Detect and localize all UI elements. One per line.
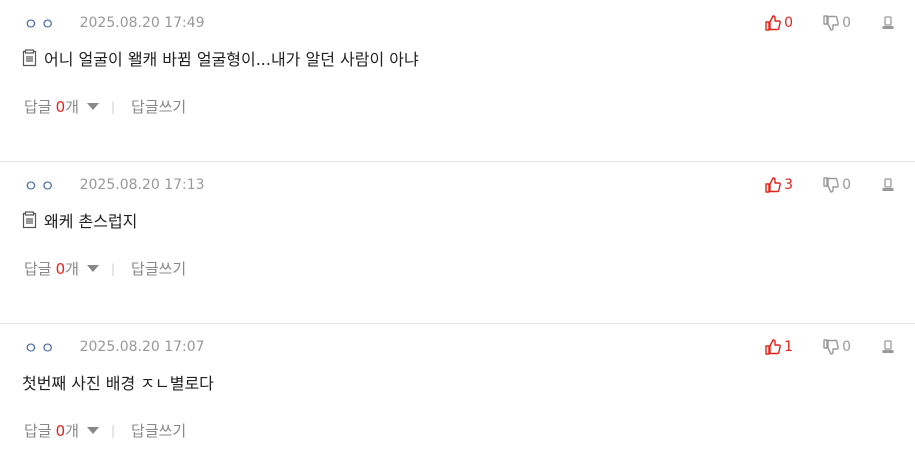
report-button[interactable] bbox=[881, 340, 895, 354]
report-button[interactable] bbox=[881, 16, 895, 30]
thumbs-up-icon bbox=[765, 339, 781, 355]
comment-actions: 답글 0개 | 답글쓰기 bbox=[24, 258, 186, 279]
upvote-button[interactable]: 0 bbox=[765, 15, 793, 31]
comment-actions: 답글 0개 | 답글쓰기 bbox=[24, 96, 186, 117]
upvote-count: 0 bbox=[784, 15, 794, 31]
comment-item: ㅇㅇ 2025.08.20 17:49 0 0 어니 얼굴이 왤캐 바뀜 얼굴형… bbox=[0, 0, 915, 162]
report-icon bbox=[882, 16, 894, 29]
report-icon bbox=[882, 178, 894, 191]
thumbs-up-icon bbox=[765, 177, 781, 193]
upvote-button[interactable]: 1 bbox=[765, 339, 793, 355]
comment-list: ㅇㅇ 2025.08.20 17:49 0 0 어니 얼굴이 왤캐 바뀜 얼굴형… bbox=[0, 0, 915, 458]
thumbs-down-icon bbox=[823, 177, 839, 193]
thumbs-down-icon bbox=[823, 339, 839, 355]
downvote-button[interactable]: 0 bbox=[823, 177, 851, 193]
downvote-count: 0 bbox=[842, 177, 851, 193]
write-reply-button[interactable]: 답글쓰기 bbox=[131, 420, 186, 441]
reply-count: 0 bbox=[55, 98, 66, 116]
comment-body: 왜케 촌스럽지 bbox=[22, 208, 137, 232]
thumbs-up-icon bbox=[765, 15, 781, 31]
reply-count: 0 bbox=[55, 422, 66, 440]
thumbs-down-icon bbox=[823, 15, 839, 31]
reply-toggle[interactable]: 답글 0개 bbox=[24, 258, 79, 279]
comment-text: 왜케 촌스럽지 bbox=[44, 212, 138, 231]
report-button[interactable] bbox=[881, 178, 895, 192]
comment-author[interactable]: ㅇㅇ bbox=[24, 337, 58, 358]
caret-down-icon[interactable] bbox=[86, 264, 99, 273]
downvote-button[interactable]: 0 bbox=[823, 339, 851, 355]
separator: | bbox=[110, 261, 116, 276]
reply-toggle[interactable]: 답글 0개 bbox=[24, 420, 79, 441]
upvote-button[interactable]: 3 bbox=[765, 177, 793, 193]
upvote-count: 3 bbox=[784, 177, 794, 193]
document-icon bbox=[22, 49, 38, 67]
reply-count-suffix: 개 bbox=[65, 260, 79, 278]
comment-text: 어니 얼굴이 왤캐 바뀜 얼굴형이...내가 알던 사람이 아냐 bbox=[44, 50, 419, 69]
comment-meta: ㅇㅇ 2025.08.20 17:49 bbox=[24, 13, 205, 34]
comment-date: 2025.08.20 17:13 bbox=[79, 177, 205, 193]
comment-body: 첫번째 사진 배경 ㅈㄴ별로다 bbox=[22, 370, 214, 394]
comment-author[interactable]: ㅇㅇ bbox=[24, 175, 58, 196]
caret-down-icon[interactable] bbox=[86, 426, 99, 435]
reply-label: 답글 bbox=[24, 260, 52, 278]
reply-count: 0 bbox=[55, 260, 66, 278]
vote-bar: 0 0 bbox=[765, 13, 895, 33]
comment-meta: ㅇㅇ 2025.08.20 17:07 bbox=[24, 337, 205, 358]
vote-bar: 3 0 bbox=[765, 175, 895, 195]
caret-down-icon[interactable] bbox=[86, 102, 99, 111]
separator: | bbox=[110, 99, 116, 114]
reply-toggle[interactable]: 답글 0개 bbox=[24, 96, 79, 117]
comment-date: 2025.08.20 17:49 bbox=[79, 15, 205, 31]
comment-body: 어니 얼굴이 왤캐 바뀜 얼굴형이...내가 알던 사람이 아냐 bbox=[22, 46, 419, 70]
reply-count-suffix: 개 bbox=[65, 98, 79, 116]
comment-item: ㅇㅇ 2025.08.20 17:07 1 0 첫번째 사진 배경 ㅈㄴ별로다 … bbox=[0, 324, 915, 458]
downvote-button[interactable]: 0 bbox=[823, 15, 851, 31]
comment-actions: 답글 0개 | 답글쓰기 bbox=[24, 420, 186, 441]
write-reply-button[interactable]: 답글쓰기 bbox=[131, 96, 186, 117]
comment-meta: ㅇㅇ 2025.08.20 17:13 bbox=[24, 175, 205, 196]
report-icon bbox=[882, 340, 894, 353]
comment-text: 첫번째 사진 배경 ㅈㄴ별로다 bbox=[22, 374, 214, 393]
reply-label: 답글 bbox=[24, 422, 52, 440]
document-icon bbox=[22, 211, 38, 229]
reply-count-suffix: 개 bbox=[65, 422, 79, 440]
write-reply-button[interactable]: 답글쓰기 bbox=[131, 258, 186, 279]
comment-author[interactable]: ㅇㅇ bbox=[24, 13, 58, 34]
comment-date: 2025.08.20 17:07 bbox=[79, 339, 205, 355]
upvote-count: 1 bbox=[784, 339, 794, 355]
vote-bar: 1 0 bbox=[765, 337, 895, 357]
reply-label: 답글 bbox=[24, 98, 52, 116]
comment-item: ㅇㅇ 2025.08.20 17:13 3 0 왜케 촌스럽지 답글 0개 | … bbox=[0, 162, 915, 324]
downvote-count: 0 bbox=[842, 339, 851, 355]
downvote-count: 0 bbox=[842, 15, 851, 31]
separator: | bbox=[110, 423, 116, 438]
